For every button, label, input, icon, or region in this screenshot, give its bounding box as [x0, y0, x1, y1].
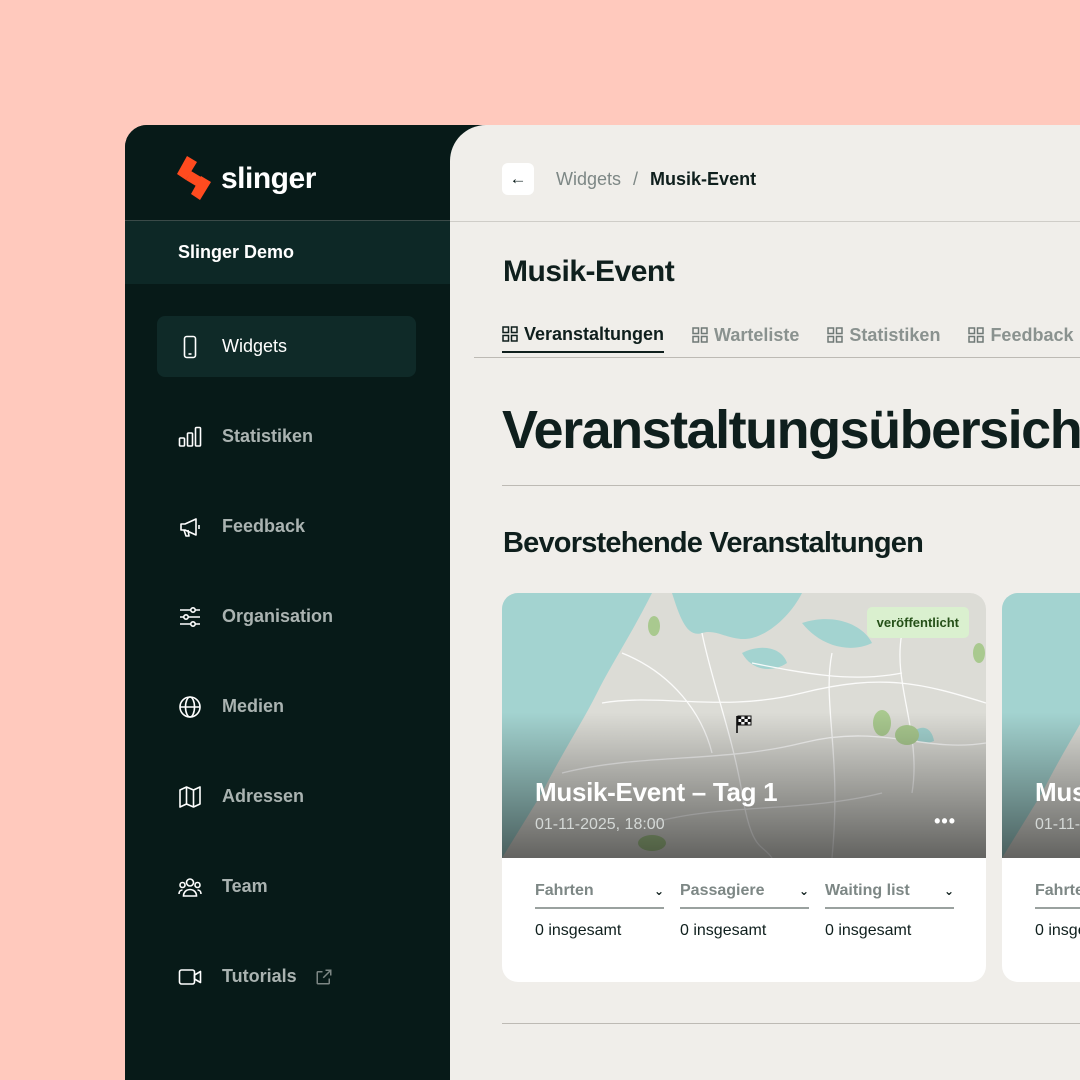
back-button[interactable]: ← — [502, 163, 534, 195]
tab-label: Warteliste — [714, 324, 800, 345]
sidebar-item-widgets[interactable]: Widgets — [157, 316, 416, 377]
tab-label: Feedback — [990, 324, 1074, 345]
tab-veranstaltungen[interactable]: Veranstaltungen — [502, 317, 665, 353]
sidebar-item-team[interactable]: Team — [157, 856, 416, 917]
status-badge: veröffentlicht — [866, 607, 969, 638]
section-title: Veranstaltungsübersicht — [502, 400, 1080, 460]
sidebar-item-tutorials[interactable]: Tutorials — [157, 946, 416, 1007]
sidebar-item-label: Medien — [222, 696, 285, 716]
event-card[interactable]: Mus 01-11-2 Fahrte 0 insge — [1002, 593, 1080, 982]
slinger-logo-icon — [177, 156, 211, 202]
stat-value: 0 insgesamt — [825, 922, 912, 939]
grid-icon — [692, 327, 708, 343]
event-date: 01-11-2025, 18:00 — [535, 816, 665, 833]
tab-statistiken[interactable]: Statistiken — [827, 317, 940, 353]
tab-warteliste[interactable]: Warteliste — [692, 317, 799, 353]
stat-label: Waiting list — [825, 882, 910, 899]
divider — [450, 221, 1080, 222]
stat-passagiere[interactable]: Passagiere ⌄ 0 insgesamt — [680, 882, 809, 940]
more-options-icon[interactable]: ••• — [934, 811, 956, 832]
sidebar-item-label: Feedback — [222, 516, 306, 536]
brand-logo[interactable]: slinger — [177, 155, 316, 203]
topbar: ← Widgets / Musik-Event — [450, 125, 1080, 221]
breadcrumb-current: Musik-Event — [650, 169, 757, 189]
sidebar-nav: Widgets Statistiken Feedback Organisatio… — [157, 316, 416, 1036]
brand-name: slinger — [221, 162, 316, 195]
subsection-title: Bevorstehende Veranstaltungen — [503, 527, 924, 559]
event-title: Musik-Event – Tag 1 — [535, 777, 778, 807]
sidebar-item-label: Tutorials — [222, 966, 297, 986]
video-icon — [178, 965, 202, 989]
tab-feedback[interactable]: Feedback — [968, 317, 1073, 353]
bar-chart-icon — [178, 425, 202, 449]
stat-fahrten[interactable]: Fahrten ⌄ 0 insgesamt — [535, 882, 664, 940]
sidebar-item-label: Organisation — [222, 606, 334, 626]
sidebar-item-adressen[interactable]: Adressen — [157, 766, 416, 827]
sidebar-item-label: Adressen — [222, 786, 305, 806]
divider — [474, 357, 1080, 358]
chevron-down-icon: ⌄ — [653, 884, 664, 898]
chevron-down-icon: ⌄ — [798, 884, 809, 898]
breadcrumb-link-widgets[interactable]: Widgets — [556, 169, 621, 190]
sidebar-item-statistiken[interactable]: Statistiken — [157, 406, 416, 467]
sidebar-item-organisation[interactable]: Organisation — [157, 586, 416, 647]
stat-dropdown[interactable]: Fahrte — [1035, 882, 1080, 909]
page-title: Musik-Event — [503, 255, 675, 288]
main-panel: ← Widgets / Musik-Event Musik-Event Vera… — [450, 125, 1080, 1080]
map-icon — [178, 785, 202, 809]
smartphone-icon — [178, 335, 202, 359]
arrow-left-icon: ← — [509, 169, 527, 188]
sidebar-item-label: Widgets — [222, 336, 288, 356]
org-name: Slinger Demo — [178, 242, 295, 262]
event-stats: Fahrte 0 insge — [1035, 882, 1080, 940]
sliders-icon — [178, 605, 202, 629]
event-date: 01-11-2 — [1035, 816, 1080, 833]
divider — [502, 485, 1080, 486]
stat-fahrten[interactable]: Fahrte 0 insge — [1035, 882, 1080, 940]
stat-waiting-list[interactable]: Waiting list ⌄ 0 insgesamt — [825, 882, 954, 940]
grid-icon — [502, 326, 518, 342]
users-icon — [178, 875, 202, 899]
chevron-down-icon: ⌄ — [943, 884, 954, 898]
megaphone-icon — [178, 515, 202, 539]
event-stats: Fahrten ⌄ 0 insgesamt Passagiere ⌄ 0 ins… — [535, 882, 954, 940]
event-card[interactable]: veröffentlicht Musik-Event – Tag 1 01-11… — [502, 593, 986, 982]
stat-label: Fahrte — [1035, 882, 1080, 899]
tab-bar: Veranstaltungen Warteliste Statistiken F… — [502, 317, 1073, 353]
tab-label: Statistiken — [849, 324, 941, 345]
stat-label: Fahrten — [535, 882, 594, 899]
stat-value: 0 insge — [1035, 922, 1080, 939]
sidebar-item-feedback[interactable]: Feedback — [157, 496, 416, 557]
stat-dropdown[interactable]: Fahrten ⌄ — [535, 882, 664, 909]
sidebar-item-medien[interactable]: Medien — [157, 676, 416, 737]
divider — [502, 1023, 1080, 1024]
stat-label: Passagiere — [680, 882, 765, 899]
event-title: Mus — [1035, 777, 1080, 807]
grid-icon — [968, 327, 985, 343]
breadcrumb-separator: / — [633, 169, 639, 189]
stat-dropdown[interactable]: Waiting list ⌄ — [825, 882, 954, 909]
external-link-icon — [315, 968, 333, 986]
app-window: slinger Slinger Demo ⌃⌄ Widgets Statisti… — [125, 125, 1080, 1080]
stat-dropdown[interactable]: Passagiere ⌄ — [680, 882, 809, 909]
tab-label: Veranstaltungen — [524, 323, 665, 344]
stat-value: 0 insgesamt — [535, 922, 622, 939]
stat-value: 0 insgesamt — [680, 922, 767, 939]
sidebar-item-label: Statistiken — [222, 426, 314, 446]
sidebar: slinger Slinger Demo ⌃⌄ Widgets Statisti… — [125, 125, 485, 1080]
breadcrumb: Widgets / Musik-Event — [556, 169, 756, 190]
org-switcher[interactable]: Slinger Demo ⌃⌄ — [125, 221, 485, 284]
globe-icon — [178, 695, 202, 719]
sidebar-item-label: Team — [222, 876, 268, 896]
grid-icon — [827, 327, 844, 343]
